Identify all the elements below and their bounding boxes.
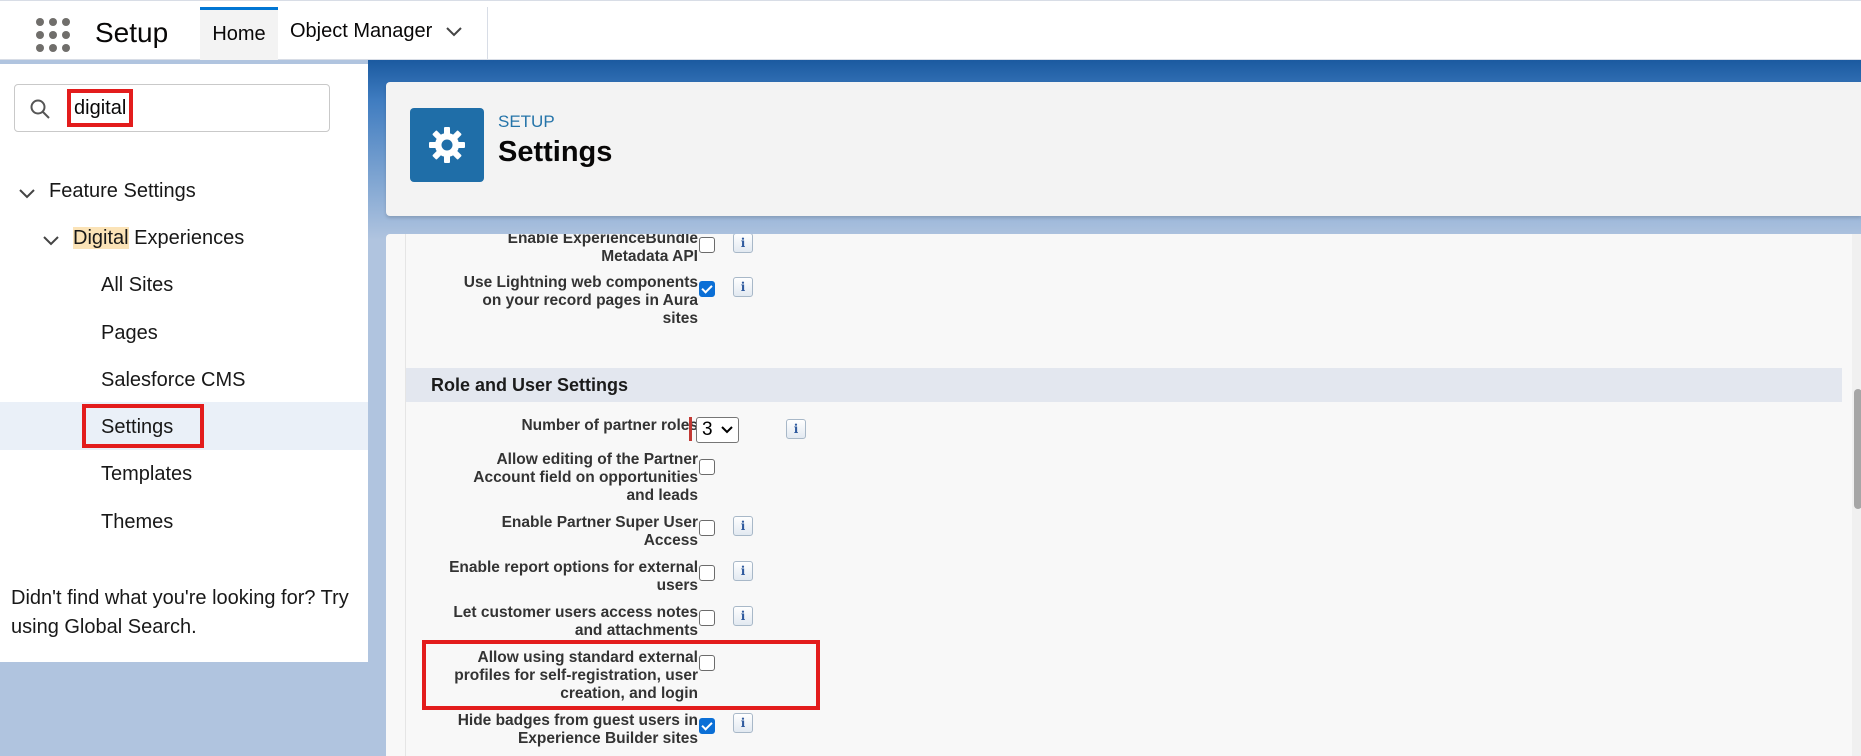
global-header: Setup Home Object Manager: [0, 0, 1861, 60]
section-header: Role and User Settings: [406, 368, 1842, 402]
setting-label: Use Lightning web components on your rec…: [463, 274, 698, 327]
checkbox-enable-report-options-external-users[interactable]: [699, 565, 715, 581]
info-icon[interactable]: i: [733, 516, 753, 536]
tree-item-templates[interactable]: Templates: [101, 463, 192, 486]
partner-roles-value: 3: [702, 419, 713, 440]
tab-object-manager[interactable]: Object Manager: [278, 7, 488, 60]
checkbox-enable-partner-super-user-access[interactable]: [699, 520, 715, 536]
tab-home[interactable]: Home: [200, 7, 278, 60]
tab-object-manager-label: Object Manager: [290, 20, 433, 42]
page-title: Settings: [498, 136, 613, 168]
annotation-highlight-box: [422, 640, 820, 710]
info-icon[interactable]: i: [733, 606, 753, 626]
checkbox-allow-editing-partner-account[interactable]: [699, 459, 715, 475]
page-kicker: SETUP: [498, 112, 555, 131]
tree-item-themes[interactable]: Themes: [101, 511, 173, 534]
info-icon[interactable]: i: [733, 713, 753, 733]
tree-item-all-sites[interactable]: All Sites: [101, 274, 173, 297]
chevron-down-icon[interactable]: [445, 26, 463, 38]
search-match-highlight: Digital: [73, 227, 129, 249]
setting-label: Let customer users access notes and atta…: [453, 604, 698, 639]
info-icon[interactable]: i: [733, 277, 753, 297]
info-icon[interactable]: i: [733, 234, 753, 253]
tree-item-digital-experiences[interactable]: Digital Experiences: [73, 227, 244, 250]
checkbox-enable-experiencebundle-metadata-api[interactable]: [699, 237, 715, 253]
required-indicator: [689, 417, 692, 441]
setup-navigation-sidebar: digital Feature Settings Digital Experie…: [0, 64, 368, 662]
scrollbar[interactable]: [1852, 234, 1861, 756]
annotation-highlight-box: [82, 404, 204, 448]
setting-label: Allow editing of the Partner Account fie…: [473, 451, 698, 504]
setting-label: Hide badges from guest users in Experien…: [457, 712, 698, 747]
app-title: Setup: [95, 17, 169, 48]
settings-gear-icon: [410, 108, 484, 182]
chevron-down-icon[interactable]: [42, 235, 60, 247]
checkbox-use-lwc-record-pages-aura[interactable]: [699, 281, 715, 297]
settings-content-panel: Enable ExperienceBundle Metadata API i U…: [386, 234, 1861, 756]
tree-item-salesforce-cms[interactable]: Salesforce CMS: [101, 369, 246, 392]
checkbox-hide-badges-guest-users[interactable]: [699, 718, 715, 734]
partner-roles-select[interactable]: 3: [696, 417, 739, 443]
tree-item-feature-settings[interactable]: Feature Settings: [49, 180, 196, 203]
chevron-down-icon[interactable]: [18, 188, 36, 200]
search-icon: [30, 99, 50, 119]
setting-label: Enable Partner Super User Access: [501, 514, 698, 549]
app-launcher-grid-icon[interactable]: [36, 18, 70, 52]
setting-label: Number of partner roles: [521, 417, 698, 434]
tree-item-pages[interactable]: Pages: [101, 322, 158, 345]
scrollbar-thumb[interactable]: [1854, 389, 1861, 509]
global-search-hint: Didn't find what you're looking for? Try…: [11, 587, 349, 638]
setting-label: Enable ExperienceBundle Metadata API: [507, 234, 698, 265]
info-icon[interactable]: i: [786, 419, 806, 439]
page-header: SETUP Settings: [386, 82, 1861, 216]
checkbox-let-customer-users-access-notes[interactable]: [699, 610, 715, 626]
chevron-down-icon: [721, 426, 733, 434]
tree-item-label: Experiences: [128, 227, 245, 249]
section-title: Role and User Settings: [431, 375, 629, 395]
settings-form: Enable ExperienceBundle Metadata API i U…: [405, 234, 1861, 756]
info-icon[interactable]: i: [733, 561, 753, 581]
quick-find-input[interactable]: digital: [66, 89, 134, 127]
setting-label: Enable report options for external users: [449, 559, 698, 594]
quick-find-search-box[interactable]: digital: [14, 84, 330, 132]
